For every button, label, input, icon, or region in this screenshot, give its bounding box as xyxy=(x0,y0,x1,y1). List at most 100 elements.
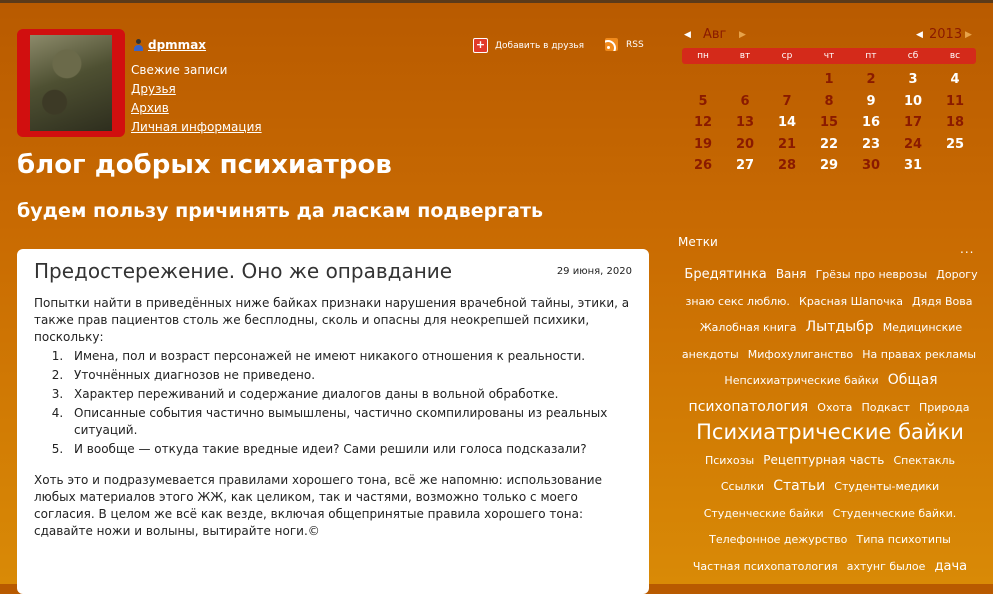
username-link[interactable]: dpmmax xyxy=(148,38,206,52)
calendar-day[interactable]: 15 xyxy=(808,115,850,137)
tag-link[interactable]: ахтунг былое xyxy=(847,560,926,573)
weekday-label: вт xyxy=(739,51,751,61)
list-item: Уточнённых диагнозов не приведено. xyxy=(67,367,634,384)
tags-heading: Метки xyxy=(678,235,718,249)
calendar-day[interactable]: 2 xyxy=(850,72,892,94)
tag-link[interactable]: Ваня xyxy=(776,267,807,281)
calendar-empty-cell xyxy=(724,72,766,94)
calendar: ◀ Авг ▶ ◀ 2013 ▶ пн вт ср чт пт сб вс 12… xyxy=(682,26,976,173)
tag-link[interactable]: Охота xyxy=(817,401,852,414)
calendar-day[interactable]: 28 xyxy=(766,158,808,180)
post-title[interactable]: Предостережение. Оно же оправдание xyxy=(34,259,452,283)
calendar-day[interactable]: 12 xyxy=(682,115,724,137)
tag-link[interactable]: Телефонное дежурство xyxy=(709,533,847,546)
prev-year-icon[interactable]: ◀ xyxy=(916,30,923,40)
blog-subtitle: будем пользу причинять да ласкам подверг… xyxy=(17,200,543,222)
weekday-label: сб xyxy=(907,51,919,61)
tag-link[interactable]: Дядя Вова xyxy=(912,295,972,308)
post-card: Предостережение. Оно же оправдание 29 ию… xyxy=(17,249,649,594)
calendar-day[interactable]: 26 xyxy=(682,158,724,180)
tag-link[interactable]: Ссылки xyxy=(721,480,764,493)
calendar-header: ◀ Авг ▶ ◀ 2013 ▶ xyxy=(682,26,976,46)
tag-link[interactable]: Статьи xyxy=(773,478,825,494)
add-friends-button[interactable]: + Добавить в друзья xyxy=(473,38,584,53)
calendar-day[interactable]: 24 xyxy=(892,137,934,159)
calendar-day[interactable]: 1 xyxy=(808,72,850,94)
calendar-day[interactable]: 30 xyxy=(850,158,892,180)
tag-link[interactable]: Психиатрические байки xyxy=(696,420,964,444)
calendar-week: 12 3 4 xyxy=(682,72,976,94)
tag-link[interactable]: Непсихиатрические байки xyxy=(724,374,878,387)
tag-link[interactable]: Лытдыбр xyxy=(806,319,874,335)
tag-link[interactable]: Подкаст xyxy=(861,401,909,414)
nav-friends[interactable]: Друзья xyxy=(131,81,262,100)
calendar-day[interactable]: 7 xyxy=(766,94,808,116)
tag-link[interactable]: Студенческие байки xyxy=(704,507,824,520)
tag-link[interactable]: Бредятинка xyxy=(684,267,766,282)
rss-label[interactable]: RSS xyxy=(626,40,644,50)
add-friends-label[interactable]: Добавить в друзья xyxy=(495,41,584,51)
calendar-week: 19 20 21 22 23 24 25 xyxy=(682,137,976,159)
tag-link[interactable]: Грёзы про неврозы xyxy=(816,268,928,281)
tag-link[interactable]: Рецептурная часть xyxy=(763,453,884,467)
calendar-day[interactable]: 11 xyxy=(934,94,976,116)
calendar-year[interactable]: 2013 xyxy=(929,27,962,42)
tag-link[interactable]: Студенты-медики xyxy=(834,480,939,493)
weekday-label: вс xyxy=(949,51,961,61)
nav-profile-info[interactable]: Личная информация xyxy=(131,119,262,138)
calendar-week: 5 6 7 8 9 10 11 xyxy=(682,94,976,116)
tag-link[interactable]: Мифохулиганство xyxy=(748,348,853,361)
tag-link[interactable]: Типа психотипы xyxy=(856,533,950,546)
calendar-day[interactable]: 5 xyxy=(682,94,724,116)
disclaimer-list: Имена, пол и возраст персонажей не имеют… xyxy=(34,348,634,458)
next-year-icon[interactable]: ▶ xyxy=(965,30,972,40)
weekday-label: пн xyxy=(697,51,709,61)
post-outro: Хоть это и подразумевается правилами хор… xyxy=(34,473,602,538)
next-month-icon[interactable]: ▶ xyxy=(739,30,746,40)
calendar-day: 23 xyxy=(861,136,881,152)
blog-title: блог добрых психиатров xyxy=(17,150,392,180)
weekday-label: пт xyxy=(865,51,877,61)
weekday-label: ср xyxy=(781,51,793,61)
tag-link[interactable]: Студенческие байки. xyxy=(833,507,957,520)
weekday-header: пн вт ср чт пт сб вс xyxy=(682,48,976,64)
calendar-day[interactable]: 6 xyxy=(724,94,766,116)
tag-cloud: Бредятинка Ваня Грёзы про неврозы Дорогу… xyxy=(680,261,980,579)
rss-icon xyxy=(605,38,618,51)
calendar-day[interactable]: 21 xyxy=(766,137,808,159)
profile-nav: Свежие записи Друзья Архив Личная информ… xyxy=(131,62,262,138)
list-item: Характер переживаний и содержание диалог… xyxy=(67,386,634,403)
calendar-day: 29 xyxy=(819,158,839,173)
tag-link[interactable]: Спектакль xyxy=(893,454,955,467)
calendar-day: 9 xyxy=(866,93,876,109)
user-icon[interactable] xyxy=(133,38,144,52)
avatar[interactable] xyxy=(30,35,112,131)
tag-link[interactable]: Красная Шапочка xyxy=(799,295,903,308)
calendar-day: 31 xyxy=(903,158,923,173)
plus-icon: + xyxy=(473,38,488,53)
tag-link[interactable]: Частная психопатология xyxy=(693,560,838,573)
list-item: Описанные события частично вымышлены, ча… xyxy=(67,405,634,439)
tag-link[interactable]: Психозы xyxy=(705,454,754,467)
tag-link[interactable]: На правах рекламы xyxy=(862,348,976,361)
calendar-month[interactable]: Авг xyxy=(703,27,726,42)
calendar-empty-cell xyxy=(682,72,724,94)
calendar-day: 25 xyxy=(945,136,965,152)
calendar-day[interactable]: 13 xyxy=(724,115,766,137)
tag-link[interactable]: Природа xyxy=(919,401,969,414)
nav-recent-entries[interactable]: Свежие записи xyxy=(131,62,262,81)
calendar-empty-cell xyxy=(934,158,976,180)
tag-link[interactable]: Жалобная книга xyxy=(700,321,797,334)
calendar-empty-cell xyxy=(766,72,808,94)
nav-archive[interactable]: Архив xyxy=(131,100,262,119)
calendar-day[interactable]: 19 xyxy=(682,137,724,159)
calendar-day[interactable]: 17 xyxy=(892,115,934,137)
tag-link[interactable]: дача xyxy=(935,559,968,574)
list-item: И вообще — откуда такие вредные идеи? Са… xyxy=(67,441,634,458)
tags-more-link[interactable]: ... xyxy=(960,242,974,256)
calendar-day[interactable]: 20 xyxy=(724,137,766,159)
calendar-day[interactable]: 8 xyxy=(808,94,850,116)
calendar-day[interactable]: 18 xyxy=(934,115,976,137)
prev-month-icon[interactable]: ◀ xyxy=(684,30,691,40)
rss-link[interactable]: RSS xyxy=(605,38,644,51)
